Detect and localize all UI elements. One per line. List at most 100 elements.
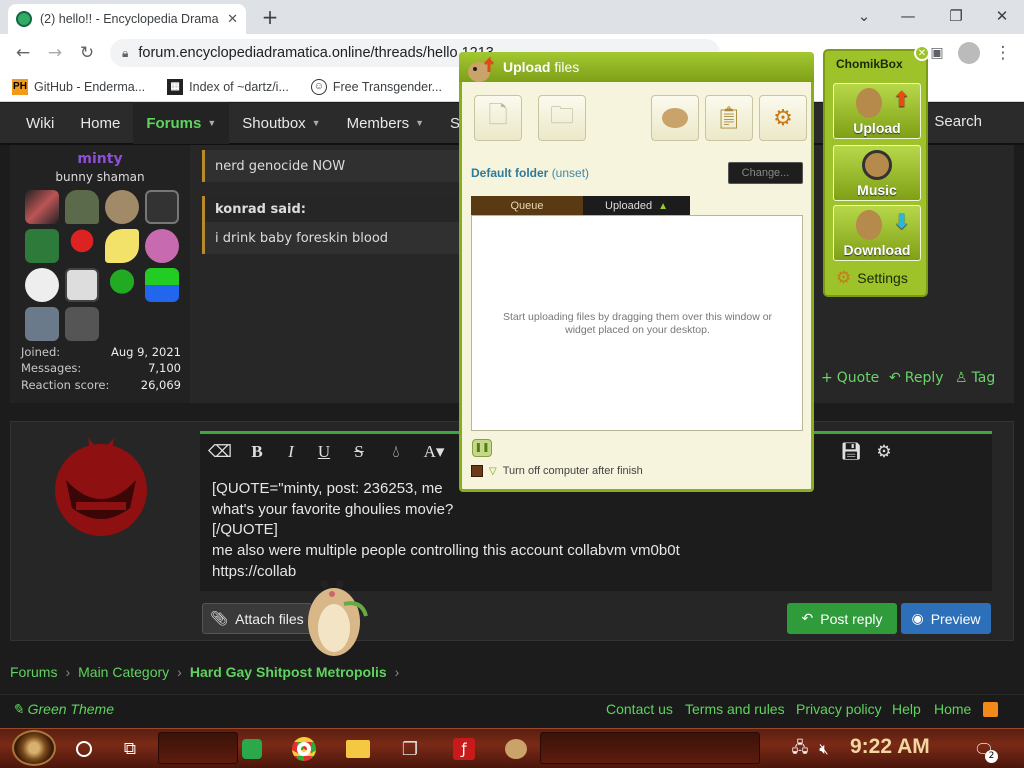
browser-menu-icon[interactable]: ⋮ <box>990 40 1016 66</box>
chrome-icon[interactable] <box>290 735 318 763</box>
color-drop-icon[interactable]: 💧︎ <box>384 440 408 464</box>
hamster-button[interactable] <box>651 95 699 141</box>
preview-button[interactable]: ◉ Preview <box>901 603 991 634</box>
add-folder-button[interactable]: 🗀︎ <box>538 95 586 141</box>
tag-link[interactable]: ♙ Tag <box>955 370 995 386</box>
checkbox[interactable] <box>471 465 483 477</box>
chomik-settings-button[interactable]: ⚙ Settings <box>836 268 908 288</box>
robot-trophy-icon[interactable] <box>25 307 59 341</box>
username[interactable]: minty <box>10 151 190 167</box>
chomikbox-tray-icon[interactable] <box>502 735 530 763</box>
underline-button[interactable]: U <box>312 440 336 464</box>
add-files-button[interactable]: 🗋︎ <box>474 95 522 141</box>
taskbar-slot <box>540 732 760 764</box>
tab-queue[interactable]: Queue <box>471 196 583 216</box>
bookmark-transgender[interactable]: ☺ Free Transgender... <box>310 78 442 95</box>
editor-settings-icon[interactable]: ⚙ <box>872 440 896 464</box>
sticker-trophy-icon[interactable] <box>145 268 179 302</box>
clipboard-add-button[interactable]: 📋︎ <box>705 95 753 141</box>
nav-home[interactable]: Home <box>67 102 133 144</box>
tab-close-icon[interactable]: ✕ <box>227 12 238 27</box>
upload-settings-button[interactable]: ⚙ <box>759 95 807 141</box>
close-icon[interactable]: ✕ <box>914 45 930 61</box>
footer-help[interactable]: Help <box>892 701 921 717</box>
url-text: forum.encyclopediadramatica.online/threa… <box>138 45 494 61</box>
clock[interactable]: 9:22 AM <box>850 735 930 759</box>
ph-favicon-icon: PH <box>12 78 28 95</box>
google-chat-icon[interactable] <box>238 735 266 763</box>
hat-trophy-icon[interactable] <box>25 229 59 263</box>
file-explorer-icon[interactable] <box>344 735 372 763</box>
cat-face-trophy-icon[interactable] <box>25 268 59 302</box>
tab-search-icon[interactable]: ⌄ <box>848 4 880 28</box>
quote-block-2-header[interactable]: konrad said: <box>202 196 472 222</box>
banana-trophy-icon[interactable] <box>105 229 139 263</box>
turn-off-option[interactable]: ▽ Turn off computer after finish <box>471 465 643 477</box>
tab-queue-label: Queue <box>510 200 544 212</box>
quote-link[interactable]: + Quote <box>821 370 879 386</box>
user-avatar[interactable] <box>48 430 154 540</box>
default-folder-label: Default folder <box>471 166 549 180</box>
flash-icon[interactable]: ƒ <box>450 735 478 763</box>
footer-home[interactable]: Home <box>934 701 971 717</box>
attach-files-button[interactable]: 📎︎ Attach files <box>202 603 312 634</box>
nav-members[interactable]: Members ▼ <box>334 102 437 144</box>
footer-contact[interactable]: Contact us <box>606 701 673 717</box>
upload-window-titlebar[interactable]: Upload files <box>459 52 814 82</box>
nav-forums[interactable]: Forums ▼ <box>133 102 230 144</box>
breadcrumb-subforum[interactable]: Hard Gay Shitpost Metropolis <box>190 664 387 680</box>
save-draft-icon[interactable]: 💾︎ <box>837 440 865 464</box>
window-switcher-icon[interactable]: ❐ <box>396 735 424 763</box>
reply-link[interactable]: ↶ Reply <box>889 370 944 386</box>
eraser-icon[interactable]: ⌫ <box>208 440 232 464</box>
forum-search-button[interactable]: ⌕ Search <box>920 113 982 130</box>
stat-value: Aug 9, 2021 <box>110 345 181 359</box>
bookmark-index[interactable]: ▦ Index of ~dartz/i... <box>167 78 289 95</box>
bookmark-label: Free Transgender... <box>332 79 442 94</box>
start-button[interactable] <box>12 730 56 766</box>
gravestone-trophy-icon[interactable] <box>65 190 99 224</box>
nav-shoutbox[interactable]: Shoutbox ▼ <box>229 102 333 144</box>
breadcrumb-forums[interactable]: Forums <box>10 664 57 680</box>
task-view-icon[interactable]: ⧉ <box>116 735 144 763</box>
font-size-button[interactable]: A▾ <box>420 440 448 464</box>
restore-button[interactable]: ❐ <box>940 4 972 28</box>
strikethrough-button[interactable]: S <box>347 440 371 464</box>
chomik-upload-button[interactable]: ⬆ Upload <box>833 83 921 139</box>
dark-trophy-icon[interactable] <box>65 307 99 341</box>
hamster-widget-image[interactable] <box>300 560 370 660</box>
bold-button[interactable]: B <box>245 440 269 464</box>
chomik-download-button[interactable]: ⬇ Download <box>833 205 921 261</box>
cheshire-cat-trophy-icon[interactable] <box>145 229 179 263</box>
footer-privacy[interactable]: Privacy policy <box>796 701 882 717</box>
footer-terms[interactable]: Terms and rules <box>685 701 785 717</box>
volume-muted-icon[interactable]: 🔇︎ <box>810 735 838 763</box>
post-reply-button[interactable]: ↶ Post reply <box>787 603 897 634</box>
breadcrumb-main-category[interactable]: Main Category <box>78 664 169 680</box>
change-folder-button[interactable]: Change... <box>728 162 803 184</box>
new-tab-button[interactable]: + <box>258 6 282 28</box>
italic-button[interactable]: I <box>279 440 303 464</box>
sword-trophy-icon[interactable] <box>25 190 59 224</box>
cortana-circle-icon[interactable] <box>70 735 98 763</box>
reload-button[interactable]: ↻ <box>74 40 100 66</box>
rss-icon[interactable] <box>983 702 998 717</box>
theme-chooser[interactable]: ✎ Green Theme <box>12 701 114 718</box>
goat-skull-trophy-icon[interactable] <box>65 268 99 302</box>
profile-avatar[interactable] <box>958 42 980 64</box>
nav-label: Forums <box>146 114 202 132</box>
bookmark-github[interactable]: PH GitHub - Enderma... <box>12 78 145 95</box>
chomik-music-button[interactable]: Music <box>833 145 921 201</box>
back-button[interactable]: ← <box>10 40 36 66</box>
green-mushroom-trophy-icon[interactable] <box>105 268 139 302</box>
minimize-button[interactable]: — <box>892 4 924 28</box>
close-window-button[interactable]: ✕ <box>986 4 1018 28</box>
mushroom-trophy-icon[interactable] <box>65 229 99 263</box>
browser-tab[interactable]: (2) hello!! - Encyclopedia Drama ✕ <box>8 4 246 34</box>
forward-button[interactable]: → <box>42 40 68 66</box>
rabbit-trophy-icon[interactable] <box>105 190 139 224</box>
chest-trophy-icon[interactable] <box>145 190 179 224</box>
nav-wiki[interactable]: Wiki <box>0 102 67 144</box>
pause-button[interactable]: ❚❚ <box>472 439 492 457</box>
tab-uploaded[interactable]: Uploaded ▲ <box>583 196 690 216</box>
